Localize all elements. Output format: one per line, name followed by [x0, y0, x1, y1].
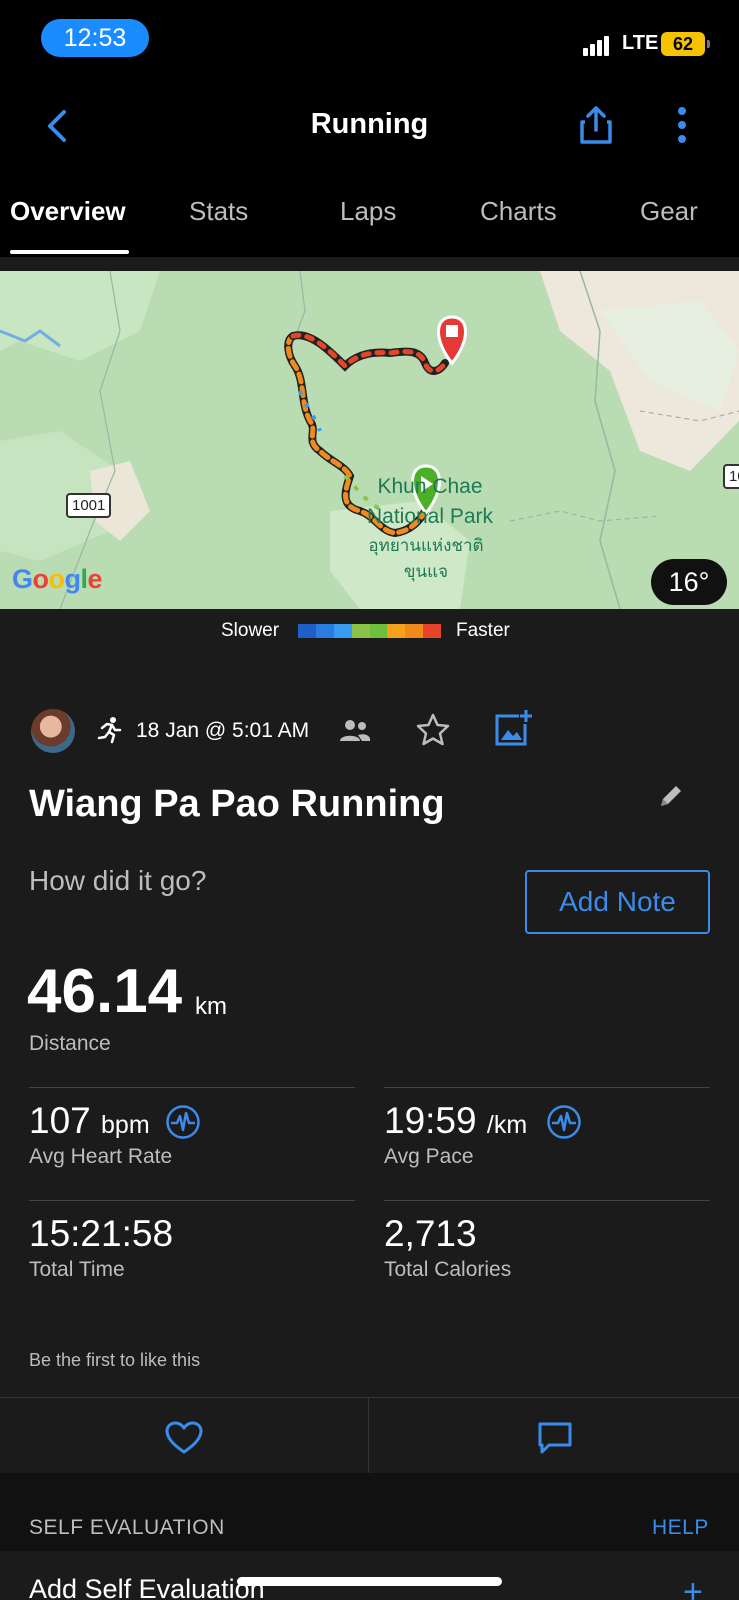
place-name-line2: National Park	[366, 505, 494, 528]
legend-slower: Slower	[221, 620, 280, 641]
road-shield-right: 10	[723, 464, 739, 489]
page-title: Running	[310, 108, 429, 140]
activity-date: 18 Jan @ 5:01 AM	[136, 719, 310, 742]
divider	[29, 1200, 355, 1201]
battery-level: 62	[672, 34, 694, 54]
pace-chart-icon[interactable]	[546, 1104, 582, 1140]
share-icon	[580, 106, 612, 144]
activity-meta: 18 Jan @ 5:01 AM	[0, 707, 739, 753]
road-shield: 1001	[66, 493, 112, 518]
more-vertical-icon	[678, 107, 686, 143]
stat-value: 107	[29, 1100, 91, 1141]
tab-stats[interactable]: Stats	[189, 196, 248, 227]
section-title: SELF EVALUATION	[29, 1516, 225, 1539]
status-time: 12:53	[41, 19, 149, 57]
google-logo: Google	[12, 564, 103, 594]
route-map[interactable]: Khun Chae National Park อุทยานแห่งชาติ ข…	[0, 271, 739, 609]
share-button[interactable]	[576, 102, 616, 148]
divider	[384, 1200, 710, 1201]
how-did-it-go-prompt: How did it go?	[29, 865, 207, 896]
like-button[interactable]	[0, 1398, 369, 1477]
social-actions	[0, 1397, 739, 1477]
people-icon[interactable]	[338, 717, 372, 745]
heart-icon	[165, 1421, 203, 1453]
home-indicator	[237, 1577, 502, 1586]
add-note-button[interactable]: Add Note	[525, 870, 710, 934]
tab-gear[interactable]: Gear	[640, 196, 698, 227]
avatar[interactable]	[31, 709, 75, 753]
legend-faster: Faster	[456, 620, 510, 641]
running-icon	[97, 717, 122, 744]
stat-value: 19:59	[384, 1100, 477, 1141]
tab-laps[interactable]: Laps	[340, 196, 396, 227]
total-calories-label: Total Calories	[384, 1258, 512, 1281]
divider	[0, 257, 739, 271]
plus-icon[interactable]: +	[683, 1575, 703, 1600]
avg-pace-label: Avg Pace	[384, 1145, 474, 1168]
avg-heart-rate-value: 107 bpm	[29, 1100, 150, 1142]
status-bar: 12:53 LTE 62	[0, 0, 739, 80]
divider	[384, 1087, 710, 1088]
avg-heart-rate-label: Avg Heart Rate	[29, 1145, 173, 1168]
pencil-icon[interactable]	[656, 781, 686, 811]
active-tab-indicator	[10, 250, 129, 254]
activity-title: Wiang Pa Pao Running	[29, 783, 445, 825]
heart-rate-icon[interactable]	[165, 1104, 201, 1140]
stat-unit: bpm	[101, 1111, 150, 1139]
avg-pace-value: 19:59 /km	[384, 1100, 527, 1142]
total-time-label: Total Time	[29, 1258, 125, 1281]
network-type: LTE	[622, 32, 659, 54]
star-icon[interactable]	[415, 712, 451, 748]
map-place-label-thai: อุทยานแห่งชาติ ขุนแจ	[356, 533, 496, 585]
chevron-left-icon	[48, 110, 66, 142]
pace-legend: Slower Faster	[0, 609, 739, 653]
signal-icon	[583, 34, 615, 56]
header: Running	[0, 80, 739, 172]
tab-bar: Overview Stats Laps Charts Gear	[0, 172, 739, 257]
comment-icon	[538, 1422, 571, 1453]
tab-overview[interactable]: Overview	[10, 196, 126, 227]
activity-card: 18 Jan @ 5:01 AM Wiang Pa Pao Running Ho…	[0, 653, 739, 1477]
tab-charts[interactable]: Charts	[480, 196, 557, 227]
more-options-button[interactable]	[668, 102, 696, 148]
stat-unit: /km	[486, 1111, 528, 1139]
likes-text: Be the first to like this	[29, 1350, 201, 1370]
distance-label: Distance	[29, 1032, 111, 1055]
temperature-badge: 16°	[651, 559, 727, 605]
battery-icon: 62	[661, 32, 710, 56]
comment-button[interactable]	[370, 1398, 739, 1477]
help-link[interactable]: HELP	[652, 1516, 709, 1540]
place-name-thai-line1: อุทยานแห่งชาติ	[368, 536, 484, 555]
total-calories-value: 2,713	[384, 1213, 477, 1254]
add-self-evaluation-label[interactable]: Add Self Evaluation	[29, 1574, 265, 1600]
distance-unit: km	[195, 993, 227, 1020]
divider	[29, 1087, 355, 1088]
place-name-line1: Khun Chae	[377, 475, 483, 498]
total-time-value: 15:21:58	[29, 1213, 174, 1254]
place-name-thai-line2: ขุนแจ	[403, 562, 449, 581]
back-button[interactable]	[38, 104, 78, 148]
map-place-label: Khun Chae National Park	[360, 472, 500, 532]
distance-value: 46.14	[27, 957, 183, 1026]
add-photo-icon[interactable]	[493, 708, 533, 748]
pace-color-bar	[298, 624, 441, 638]
